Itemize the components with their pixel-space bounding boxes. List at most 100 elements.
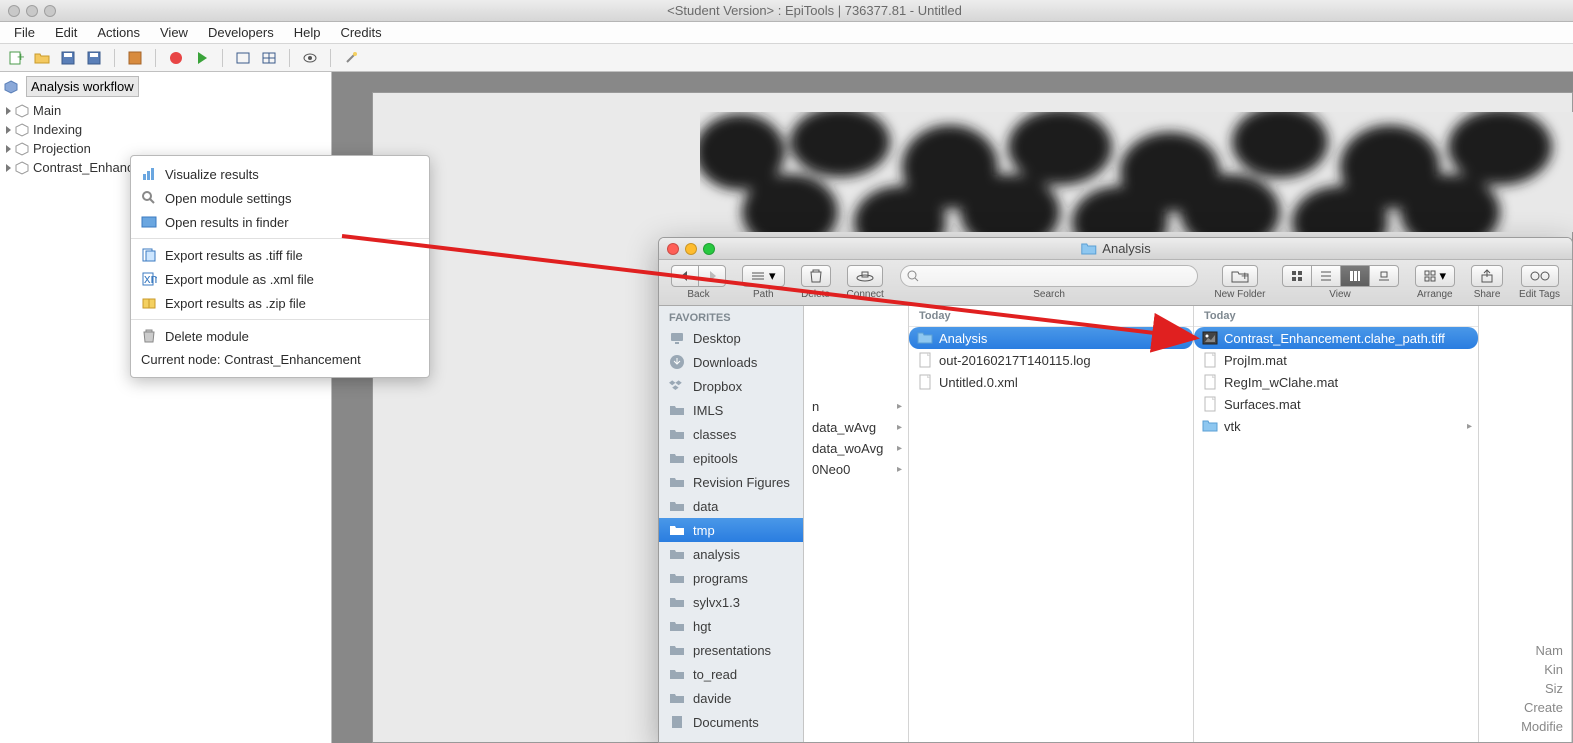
connect-button[interactable]: [847, 265, 883, 287]
tree-item-main[interactable]: Main: [0, 101, 331, 120]
fav-item-downloads[interactable]: Downloads: [659, 350, 803, 374]
path-button[interactable]: ▾: [742, 265, 785, 287]
fav-item-analysis[interactable]: analysis: [659, 542, 803, 566]
menu-file[interactable]: File: [4, 25, 45, 40]
fav-item-davide[interactable]: davide: [659, 686, 803, 710]
folder-icon: [669, 426, 685, 442]
info-label: Siz: [1545, 681, 1563, 696]
module-icon[interactable]: [125, 48, 145, 68]
col-item[interactable]: out-20160217T140115.log: [909, 349, 1193, 371]
eye-icon[interactable]: [300, 48, 320, 68]
col-item[interactable]: RegIm_wClahe.mat: [1194, 371, 1478, 393]
ft-edittags-group: Edit Tags: [1519, 265, 1560, 300]
col-item[interactable]: data_woAvg▸: [804, 438, 908, 459]
view-coverflow-button[interactable]: [1369, 265, 1399, 287]
menu-edit[interactable]: Edit: [45, 25, 87, 40]
ctx-export-xml[interactable]: xmlExport module as .xml file: [131, 267, 429, 291]
main-titlebar: <Student Version> : EpiTools | 736377.81…: [0, 0, 1573, 22]
trash-icon: [141, 328, 157, 344]
fav-item-data[interactable]: data: [659, 494, 803, 518]
ctx-open-finder[interactable]: Open results in finder: [131, 210, 429, 234]
module-cube-icon: [15, 123, 29, 137]
menu-view[interactable]: View: [150, 25, 198, 40]
connect-icon: [856, 270, 874, 282]
col-item[interactable]: data_wAvg▸: [804, 417, 908, 438]
fav-item-epitools[interactable]: epitools: [659, 446, 803, 470]
back-button[interactable]: [671, 265, 698, 287]
record-icon[interactable]: [166, 48, 186, 68]
grid-icon[interactable]: [259, 48, 279, 68]
col-item[interactable]: vtk▸: [1194, 415, 1478, 437]
folder-icon: [1202, 418, 1218, 434]
fav-item-to_read[interactable]: to_read: [659, 662, 803, 686]
ctx-separator: [131, 238, 429, 239]
forward-button[interactable]: [698, 265, 726, 287]
wand-icon[interactable]: [341, 48, 361, 68]
save-icon[interactable]: [58, 48, 78, 68]
menu-developers[interactable]: Developers: [198, 25, 284, 40]
fav-item-documents[interactable]: Documents: [659, 710, 803, 734]
newfolder-button[interactable]: +: [1222, 265, 1258, 287]
view-icon-button[interactable]: [1282, 265, 1311, 287]
ft-connect-group: Connect: [847, 265, 884, 300]
col-item[interactable]: n▸: [804, 396, 908, 417]
ctx-open-settings[interactable]: Open module settings: [131, 186, 429, 210]
fav-item-programs[interactable]: programs: [659, 566, 803, 590]
file-icon: [1202, 352, 1218, 368]
fav-item-presentations[interactable]: presentations: [659, 638, 803, 662]
ctx-visualize-results[interactable]: Visualize results: [131, 162, 429, 186]
ctx-export-zip[interactable]: Export results as .zip file: [131, 291, 429, 315]
menu-help[interactable]: Help: [284, 25, 331, 40]
image-icon: [1202, 330, 1218, 346]
fav-item-sylvx1.3[interactable]: sylvx1.3: [659, 590, 803, 614]
fav-item-classes[interactable]: classes: [659, 422, 803, 446]
folder-icon: [669, 618, 685, 634]
share-button[interactable]: [1471, 265, 1503, 287]
menu-actions[interactable]: Actions: [87, 25, 150, 40]
col-item[interactable]: 0Neo0▸: [804, 459, 908, 480]
delete-button[interactable]: [801, 265, 831, 287]
save-as-icon[interactable]: [84, 48, 104, 68]
zoom-button[interactable]: [44, 5, 56, 17]
window-icon[interactable]: [233, 48, 253, 68]
col-item[interactable]: ProjIm.mat: [1194, 349, 1478, 371]
item-label: ProjIm.mat: [1224, 353, 1287, 368]
col-item[interactable]: Contrast_Enhancement.clahe_path.tiff: [1194, 327, 1478, 349]
finder-zoom-button[interactable]: [703, 243, 715, 255]
view-column-button[interactable]: [1340, 265, 1369, 287]
col-item[interactable]: Untitled.0.xml: [909, 371, 1193, 393]
view-list-button[interactable]: [1311, 265, 1340, 287]
fav-item-desktop[interactable]: Desktop: [659, 326, 803, 350]
ctx-export-tiff[interactable]: Export results as .tiff file: [131, 243, 429, 267]
col-item[interactable]: Surfaces.mat: [1194, 393, 1478, 415]
fav-item-imls[interactable]: IMLS: [659, 398, 803, 422]
col-item[interactable]: Analysis▸: [909, 327, 1193, 349]
fav-item-dropbox[interactable]: Dropbox: [659, 374, 803, 398]
minimize-button[interactable]: [26, 5, 38, 17]
finder-titlebar: Analysis: [659, 238, 1572, 260]
arrange-button[interactable]: ▾: [1415, 265, 1456, 287]
menu-credits[interactable]: Credits: [330, 25, 391, 40]
folder-icon: [669, 354, 685, 370]
ctx-label: Visualize results: [165, 167, 259, 182]
finder-close-button[interactable]: [667, 243, 679, 255]
close-button[interactable]: [8, 5, 20, 17]
search-icon: [907, 270, 919, 282]
new-file-icon[interactable]: +: [6, 48, 26, 68]
finder-traffic-lights: [659, 243, 715, 255]
item-label: Analysis: [939, 331, 987, 346]
fav-item-hgt[interactable]: hgt: [659, 614, 803, 638]
ctx-delete-module[interactable]: Delete module: [131, 324, 429, 348]
fav-label: sylvx1.3: [693, 595, 740, 610]
ft-path-group: ▾ Path: [742, 265, 785, 300]
fav-item-tmp[interactable]: tmp: [659, 518, 803, 542]
fav-item-revision-figures[interactable]: Revision Figures: [659, 470, 803, 494]
play-icon[interactable]: [192, 48, 212, 68]
search-input[interactable]: [900, 265, 1199, 287]
finder-columns: n▸data_wAvg▸data_woAvg▸0Neo0▸ Today Anal…: [804, 306, 1572, 742]
edittags-button[interactable]: [1521, 265, 1559, 287]
open-folder-icon[interactable]: [32, 48, 52, 68]
finder-minimize-button[interactable]: [685, 243, 697, 255]
tree-item-indexing[interactable]: Indexing: [0, 120, 331, 139]
finder-icon: [141, 214, 157, 230]
